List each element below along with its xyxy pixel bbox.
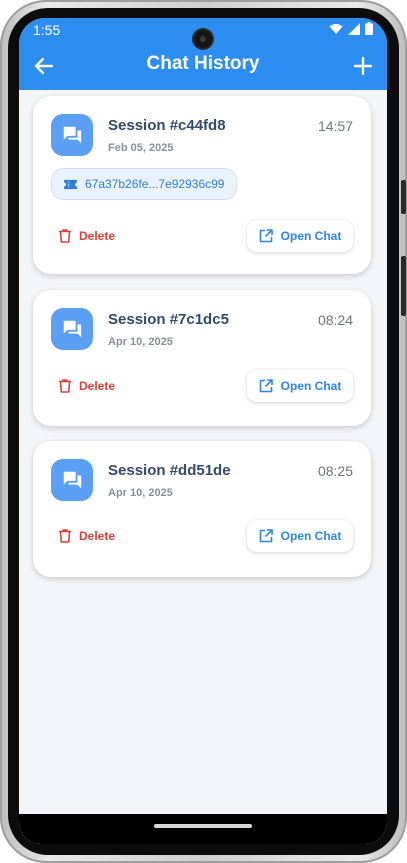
open-chat-label: Open Chat: [280, 529, 342, 543]
session-time: 08:25: [317, 463, 353, 479]
session-title: Session #c44fd8: [108, 117, 226, 134]
delete-button[interactable]: Delete: [59, 379, 115, 393]
session-card[interactable]: Session #7c1dc5 Apr 10, 2025 08:24 Delet…: [33, 290, 371, 426]
status-bar: 1:55: [19, 18, 387, 48]
session-card[interactable]: Session #c44fd8 Feb 05, 2025 14:57 67a37…: [33, 96, 371, 274]
status-time: 1:55: [33, 22, 61, 38]
delete-label: Delete: [79, 529, 116, 543]
delete-button[interactable]: Delete: [59, 229, 115, 243]
ticket-icon: [64, 179, 77, 189]
open-chat-button[interactable]: Open Chat: [247, 370, 353, 402]
navigation-bar: [19, 814, 387, 844]
session-time: 14:57: [317, 118, 353, 134]
trash-icon: [59, 529, 71, 543]
session-date: Apr 10, 2025: [108, 336, 173, 348]
new-chat-button[interactable]: [351, 54, 375, 78]
wifi-icon: [329, 23, 343, 34]
session-card[interactable]: Session #dd51de Apr 10, 2025 08:25 Delet…: [33, 441, 371, 577]
open-chat-button[interactable]: Open Chat: [247, 520, 353, 552]
app-bar: 1:55 Chat History: [19, 18, 387, 90]
chat-bubbles-icon: [51, 114, 93, 156]
session-id-chip[interactable]: 67a37b26fe...7e92936c99: [51, 168, 238, 200]
screen: 1:55 Chat History Session #c44fd8 Feb 05…: [19, 18, 387, 844]
open-chat-button[interactable]: Open Chat: [247, 220, 353, 252]
plus-icon: [353, 56, 373, 76]
power-button: [401, 180, 406, 214]
open-external-icon: [259, 229, 273, 243]
delete-label: Delete: [79, 229, 116, 243]
status-icons: [329, 22, 373, 35]
trash-icon: [59, 379, 71, 393]
open-external-icon: [259, 379, 273, 393]
session-title: Session #dd51de: [108, 462, 231, 479]
chat-bubbles-icon: [51, 459, 93, 501]
trash-icon: [59, 229, 71, 243]
session-id-text: 67a37b26fe...7e92936c99: [85, 177, 225, 191]
chat-bubbles-icon: [51, 308, 93, 350]
battery-icon: [365, 22, 373, 35]
home-indicator[interactable]: [154, 824, 252, 828]
page-title: Chat History: [146, 53, 260, 74]
open-chat-label: Open Chat: [280, 229, 342, 243]
signal-icon: [348, 22, 360, 35]
delete-button[interactable]: Delete: [59, 529, 115, 543]
delete-label: Delete: [79, 379, 116, 393]
session-time: 08:24: [317, 312, 353, 328]
session-date: Feb 05, 2025: [108, 142, 174, 154]
open-chat-label: Open Chat: [280, 379, 342, 393]
phone-frame: 1:55 Chat History Session #c44fd8 Feb 05…: [0, 0, 407, 863]
front-camera: [194, 30, 212, 48]
session-title: Session #7c1dc5: [108, 311, 229, 328]
session-list: Session #c44fd8 Feb 05, 2025 14:57 67a37…: [19, 90, 387, 844]
open-external-icon: [259, 529, 273, 543]
session-date: Apr 10, 2025: [108, 487, 173, 499]
volume-button: [401, 256, 406, 316]
